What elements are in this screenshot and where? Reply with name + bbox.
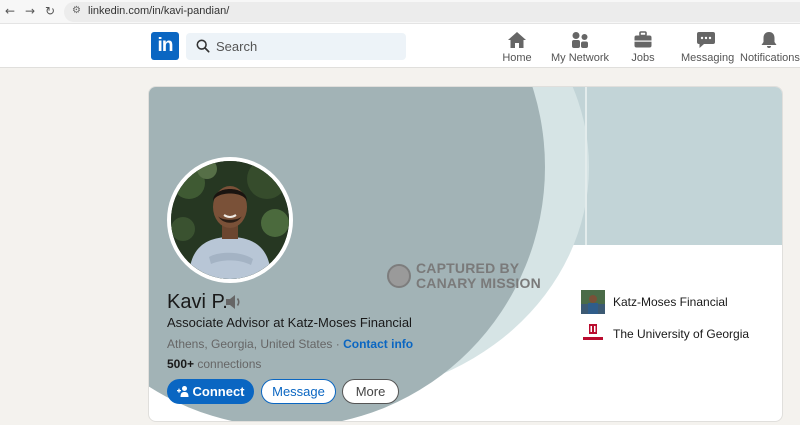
search-box[interactable] — [186, 33, 406, 60]
connections-count[interactable]: 500+ connections — [167, 357, 261, 371]
connections-label: connections — [194, 357, 262, 371]
profile-location: Athens, Georgia, United States — [167, 337, 333, 351]
home-icon — [508, 32, 526, 48]
more-button[interactable]: More — [342, 379, 399, 404]
nav-home-label: Home — [502, 52, 532, 64]
profile-avatar[interactable] — [167, 157, 293, 283]
briefcase-icon — [634, 31, 652, 48]
message-button[interactable]: Message — [261, 379, 336, 404]
nav-messaging-label: Messaging — [681, 52, 735, 64]
name-pronunciation-speaker-icon[interactable] — [225, 294, 243, 310]
url-text[interactable]: linkedin.com/in/kavi-pandian/ — [88, 5, 229, 17]
nav-my-network-label: My Network — [550, 52, 610, 64]
location-row: Athens, Georgia, United States · Contact… — [167, 337, 413, 351]
linkedin-logo[interactable]: in — [151, 32, 179, 60]
site-header: in Home My Network Jobs — [0, 24, 800, 68]
connect-label: Connect — [192, 384, 245, 399]
watermark: CAPTURED BY CANARY MISSION — [387, 261, 557, 293]
company-logo — [581, 290, 605, 314]
nav-my-network[interactable]: My Network — [550, 28, 610, 66]
site-settings-icon[interactable]: ⚙ — [72, 5, 81, 16]
browser-toolbar: ← → ↻ ⚙ linkedin.com/in/kavi-pandian/ — [0, 0, 800, 24]
forward-icon[interactable]: → — [22, 3, 38, 19]
profile-photo — [171, 161, 289, 279]
separator: · — [332, 337, 344, 351]
nav-home[interactable]: Home — [498, 28, 536, 66]
back-icon[interactable]: ← — [2, 3, 18, 19]
company-name: Katz-Moses Financial — [613, 295, 728, 309]
canary-bird-icon — [387, 264, 411, 288]
profile-headline: Associate Advisor at Katz-Moses Financia… — [167, 315, 412, 330]
nav-messaging[interactable]: Messaging — [681, 28, 735, 66]
people-icon — [572, 32, 588, 48]
bell-icon — [761, 32, 777, 48]
watermark-line-2: CANARY MISSION — [416, 275, 541, 291]
nav-notifications[interactable]: Notifications — [740, 28, 800, 66]
connections-number: 500+ — [167, 357, 195, 371]
add-person-icon — [176, 386, 188, 397]
search-icon — [196, 39, 210, 53]
university-name: The University of Georgia — [613, 327, 750, 341]
profile-name: Kavi P. — [167, 291, 228, 313]
nav-jobs-label: Jobs — [631, 52, 655, 64]
profile-card: CAPTURED BY CANARY MISSION Kavi P. Assoc… — [148, 86, 783, 422]
contact-info-link[interactable]: Contact info — [343, 337, 413, 351]
reload-icon[interactable]: ↻ — [42, 3, 58, 19]
nav-jobs[interactable]: Jobs — [628, 28, 658, 66]
nav-notifications-label: Notifications — [740, 52, 800, 64]
address-bar[interactable]: ⚙ linkedin.com/in/kavi-pandian/ — [64, 2, 800, 22]
university-logo — [581, 322, 605, 346]
search-input[interactable] — [216, 37, 396, 56]
watermark-line-1: CAPTURED BY — [416, 260, 520, 276]
connect-button[interactable]: Connect — [167, 379, 254, 404]
chat-icon — [697, 32, 715, 48]
